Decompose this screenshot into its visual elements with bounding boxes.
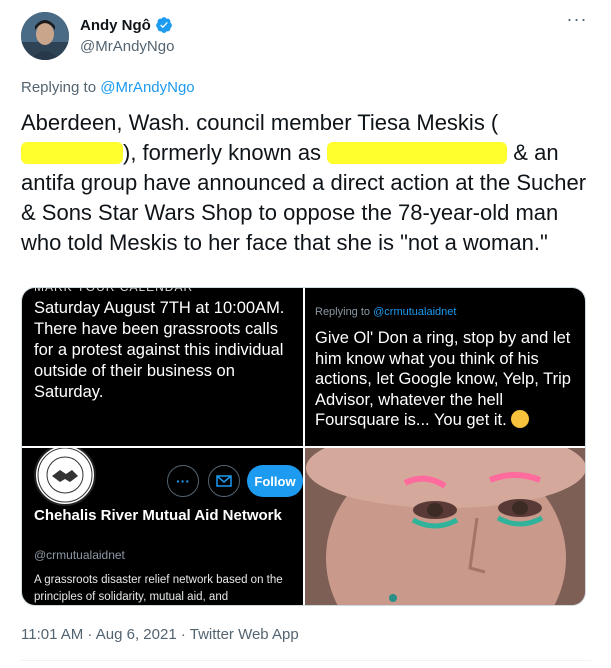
redaction-highlight: . xyxy=(327,142,508,164)
replying-to: Replying to @MrAndyNgo xyxy=(21,79,195,96)
author-handle[interactable]: @MrAndyNgo xyxy=(80,38,174,55)
image2-reply-prefix: Replying to xyxy=(315,306,371,318)
media-image-2[interactable]: Replying to @crmutualaidnet Give Ol' Don… xyxy=(305,288,585,446)
image2-text: Give Ol' Don a ring, stop by and let him… xyxy=(315,328,580,431)
handshake-logo-icon xyxy=(34,448,96,506)
more-button[interactable]: ··· xyxy=(167,465,199,497)
media-image-3[interactable]: ··· Follow Chehalis River Mutual Aid Net… xyxy=(22,448,303,605)
org-handle: @crmutualaidnet xyxy=(34,548,125,562)
follow-button[interactable]: Follow xyxy=(247,465,303,497)
media-image-1[interactable]: MARK YOUR CALENDAR Saturday August 7TH a… xyxy=(22,288,303,446)
cropped-heading: MARK YOUR CALENDAR xyxy=(34,288,193,294)
media-image-4[interactable] xyxy=(305,448,585,605)
org-name: Chehalis River Mutual Aid Network xyxy=(34,507,282,524)
org-bio: A grassroots disaster relief network bas… xyxy=(34,574,283,603)
author-avatar[interactable] xyxy=(21,12,69,60)
tweet-text: Aberdeen, Wash. council member Tiesa Mes… xyxy=(21,108,591,258)
envelope-svg xyxy=(216,475,232,487)
media-grid: MARK YOUR CALENDAR Saturday August 7TH a… xyxy=(21,287,586,606)
winking-face-emoji-icon xyxy=(511,410,530,428)
face-photo-icon xyxy=(305,448,585,605)
replying-to-prefix: Replying to xyxy=(21,79,97,96)
verified-badge-icon xyxy=(155,17,172,33)
image2-body: Give Ol' Don a ring, stop by and let him… xyxy=(315,329,571,429)
envelope-icon[interactable] xyxy=(208,465,240,497)
image1-text: Saturday August 7TH at 10:00AM. There ha… xyxy=(34,299,285,401)
redaction-highlight: . xyxy=(21,142,123,164)
logo-svg xyxy=(37,448,93,503)
tweet-text-part1: Aberdeen, Wash. council member Tiesa Mes… xyxy=(21,110,499,135)
avatar-portrait-icon xyxy=(21,12,69,60)
more-options-icon[interactable]: ··· xyxy=(565,10,589,32)
tweet-timestamp[interactable]: 11:01 AM · Aug 6, 2021 · Twitter Web App xyxy=(21,626,299,643)
author-name-row: Andy Ngô xyxy=(80,16,173,34)
tweet-text-part2: ), formerly known as xyxy=(123,140,322,165)
author-display-name[interactable]: Andy Ngô xyxy=(80,17,151,34)
divider xyxy=(21,660,591,661)
tweet-card: Andy Ngô @MrAndyNgo ··· Replying to @MrA… xyxy=(0,0,611,668)
image2-replying-to: Replying to @crmutualaidnet xyxy=(315,306,456,318)
image2-reply-handle: @crmutualaidnet xyxy=(373,306,457,318)
replying-to-handle-link[interactable]: @MrAndyNgo xyxy=(100,79,194,96)
